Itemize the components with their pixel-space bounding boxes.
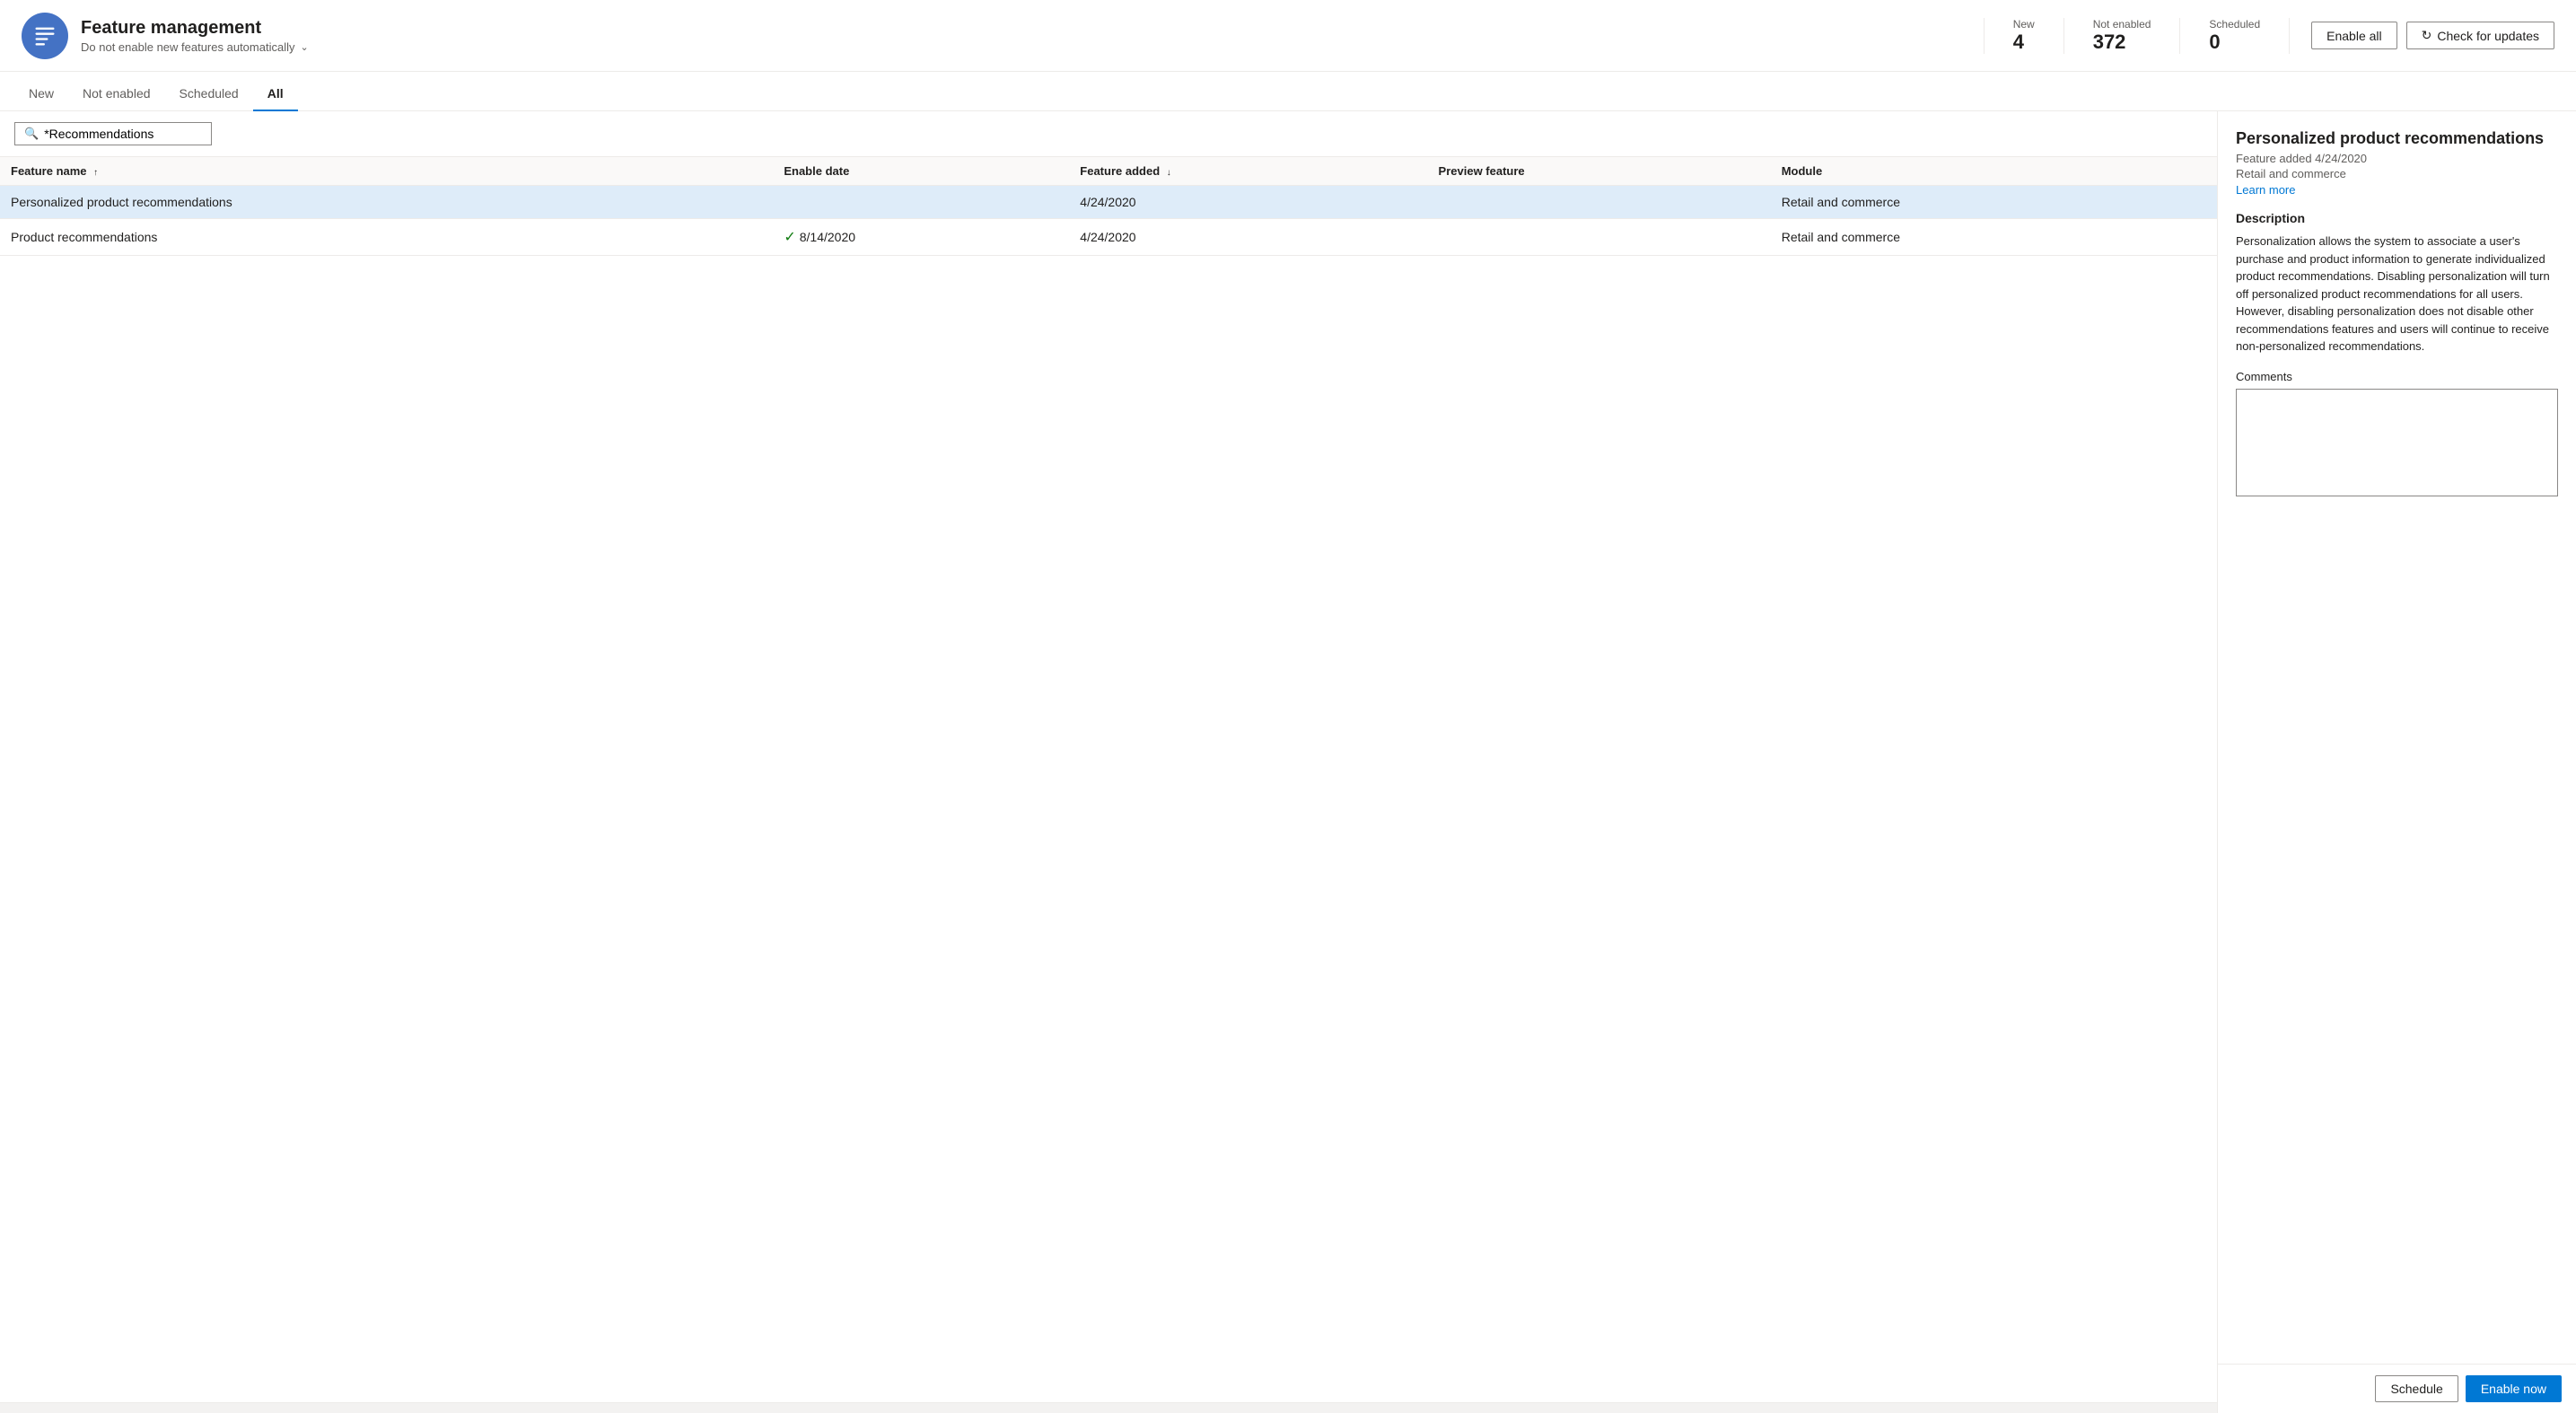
col-feature-name[interactable]: Feature name ↑: [0, 157, 773, 186]
col-feature-added-label: Feature added: [1080, 164, 1160, 178]
col-enable-date[interactable]: Enable date: [773, 157, 1069, 186]
header-subtitle[interactable]: Do not enable new features automatically…: [81, 40, 1984, 54]
stat-new-value: 4: [2013, 31, 2024, 54]
cell-preview-feature: [1428, 219, 1771, 256]
header-stats: New 4 Not enabled 372 Scheduled 0: [1984, 18, 2290, 54]
sort-desc-icon: ↓: [1167, 168, 1171, 178]
stat-new-label: New: [2013, 18, 2035, 31]
detail-feature-added: Feature added 4/24/2020: [2236, 152, 2558, 165]
cell-enable-date: ✓8/14/2020: [773, 219, 1069, 256]
cell-module: Retail and commerce: [1771, 219, 2217, 256]
enable-now-button[interactable]: Enable now: [2466, 1375, 2562, 1402]
header-title-block: Feature management Do not enable new fea…: [81, 18, 1984, 54]
col-enable-date-label: Enable date: [784, 164, 849, 178]
tab-all[interactable]: All: [253, 77, 298, 111]
search-input[interactable]: [44, 127, 202, 141]
col-feature-added[interactable]: Feature added ↓: [1069, 157, 1427, 186]
check-updates-label: Check for updates: [2437, 29, 2539, 43]
header-actions: Enable all ↻ Check for updates: [2311, 22, 2554, 49]
stat-scheduled-label: Scheduled: [2209, 18, 2260, 31]
chevron-down-icon: ⌄: [300, 41, 308, 53]
enabled-checkmark-icon: ✓: [784, 230, 795, 245]
right-panel: Personalized product recommendations Fea…: [2217, 111, 2576, 1413]
schedule-button[interactable]: Schedule: [2375, 1375, 2458, 1402]
logo-icon: [32, 23, 57, 48]
detail-module: Retail and commerce: [2236, 167, 2558, 180]
table-header-row: Feature name ↑ Enable date Feature added…: [0, 157, 2217, 186]
cell-module: Retail and commerce: [1771, 186, 2217, 219]
search-input-wrapper: 🔍: [14, 122, 212, 145]
detail-footer: Schedule Enable now: [2218, 1364, 2576, 1413]
tabs-bar: New Not enabled Scheduled All: [0, 72, 2576, 111]
col-feature-name-label: Feature name: [11, 164, 87, 178]
stat-new: New 4: [1984, 18, 2064, 54]
cell-feature-added: 4/24/2020: [1069, 186, 1427, 219]
comments-textarea[interactable]: [2236, 389, 2558, 496]
search-icon: 🔍: [24, 127, 39, 141]
tab-new[interactable]: New: [14, 77, 68, 111]
sort-asc-icon: ↑: [93, 168, 98, 178]
feature-table: Feature name ↑ Enable date Feature added…: [0, 157, 2217, 256]
tab-not-enabled[interactable]: Not enabled: [68, 77, 165, 111]
stat-not-enabled-value: 372: [2093, 31, 2126, 54]
col-preview-feature-label: Preview feature: [1439, 164, 1525, 178]
app-logo: [22, 13, 68, 59]
col-module-label: Module: [1782, 164, 1823, 178]
cell-feature-added: 4/24/2020: [1069, 219, 1427, 256]
refresh-icon: ↻: [2422, 28, 2432, 43]
detail-content: Personalized product recommendations Fea…: [2218, 111, 2576, 1364]
cell-feature-name: Product recommendations: [0, 219, 773, 256]
description-section-title: Description: [2236, 211, 2558, 225]
cell-feature-name: Personalized product recommendations: [0, 186, 773, 219]
cell-enable-date: [773, 186, 1069, 219]
search-bar: 🔍: [0, 111, 2217, 157]
table-row[interactable]: Personalized product recommendations 4/24…: [0, 186, 2217, 219]
table-row[interactable]: Product recommendations✓8/14/20204/24/20…: [0, 219, 2217, 256]
learn-more-link[interactable]: Learn more: [2236, 183, 2295, 197]
left-panel: 🔍 Feature name ↑ Enable date: [0, 111, 2217, 1413]
col-module[interactable]: Module: [1771, 157, 2217, 186]
detail-description-text: Personalization allows the system to ass…: [2236, 233, 2558, 355]
subtitle-text: Do not enable new features automatically: [81, 40, 294, 54]
cell-preview-feature: [1428, 186, 1771, 219]
stat-scheduled-value: 0: [2209, 31, 2220, 54]
stat-not-enabled: Not enabled 372: [2064, 18, 2181, 54]
page-title: Feature management: [81, 18, 1984, 39]
col-preview-feature[interactable]: Preview feature: [1428, 157, 1771, 186]
header: Feature management Do not enable new fea…: [0, 0, 2576, 72]
main-container: 🔍 Feature name ↑ Enable date: [0, 111, 2576, 1413]
enable-all-button[interactable]: Enable all: [2311, 22, 2397, 49]
detail-title: Personalized product recommendations: [2236, 129, 2558, 148]
feature-table-container: Feature name ↑ Enable date Feature added…: [0, 157, 2217, 1402]
check-updates-button[interactable]: ↻ Check for updates: [2406, 22, 2554, 49]
stat-scheduled: Scheduled 0: [2180, 18, 2290, 54]
tab-scheduled[interactable]: Scheduled: [165, 77, 253, 111]
comments-label: Comments: [2236, 370, 2558, 383]
stat-not-enabled-label: Not enabled: [2093, 18, 2151, 31]
scroll-indicator: [0, 1402, 2217, 1413]
